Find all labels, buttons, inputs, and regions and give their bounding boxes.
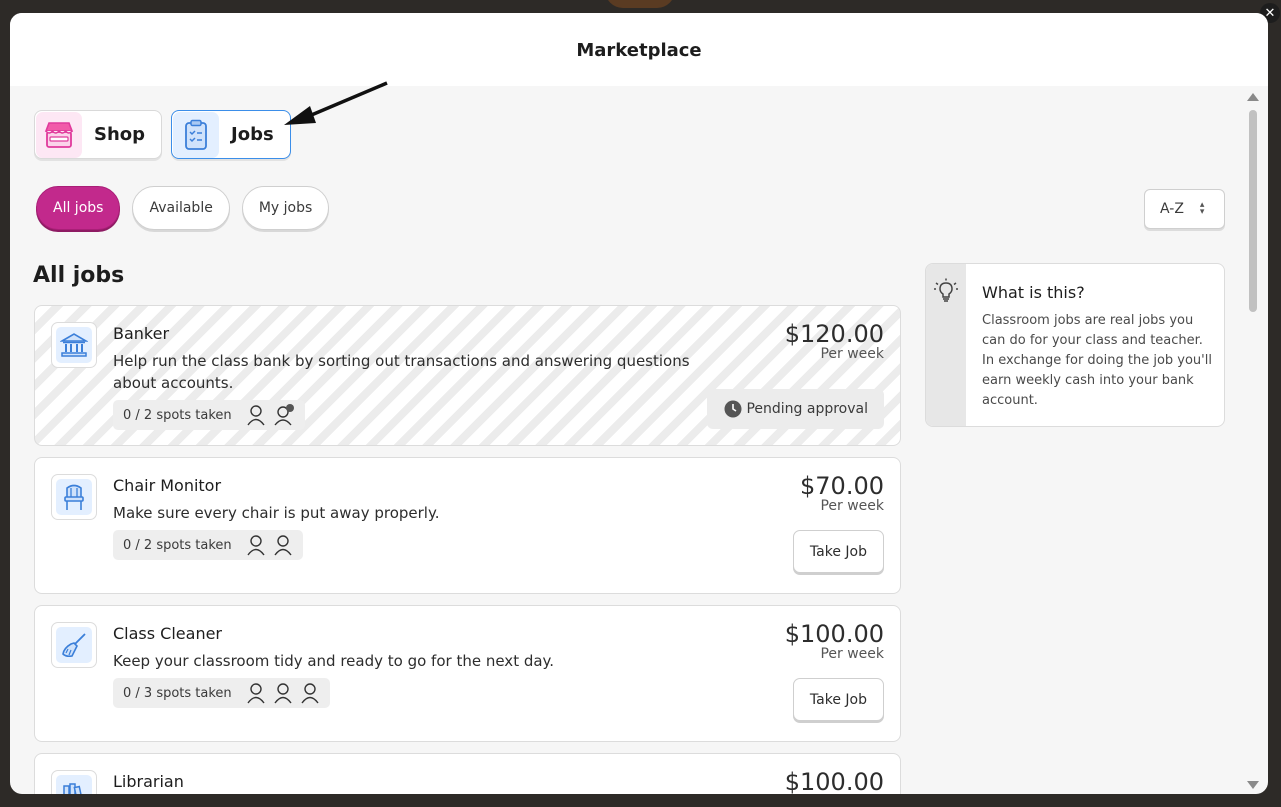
job-price: $100.00 Per week	[785, 620, 884, 662]
clock-icon	[724, 400, 742, 418]
job-list: Banker Help run the class bank by sortin…	[34, 305, 901, 794]
lightbulb-icon	[934, 278, 958, 302]
broom-icon	[56, 627, 92, 663]
job-title: Librarian	[113, 772, 184, 791]
spots-indicator: 0 / 2 spots taken	[113, 400, 305, 430]
job-card-librarian: Librarian $100.00	[34, 753, 901, 794]
job-description: Help run the class bank by sorting out t…	[113, 352, 690, 392]
pending-label: Pending approval	[746, 401, 868, 417]
take-job-button[interactable]: Take Job	[792, 678, 884, 721]
scrollbar[interactable]	[1246, 90, 1260, 792]
scroll-up-icon[interactable]	[1247, 93, 1259, 101]
person-icon	[274, 683, 292, 704]
job-description: Make sure every chair is put away proper…	[113, 504, 440, 522]
tab-shop[interactable]: Shop	[34, 110, 163, 159]
clipboard-checklist-icon	[173, 111, 220, 158]
job-icon-container	[51, 622, 97, 668]
modal-header: Marketplace	[10, 13, 1268, 86]
spots-indicator: 0 / 2 spots taken	[113, 530, 303, 560]
tab-shop-label: Shop	[94, 124, 146, 145]
pending-approval-badge: Pending approval	[707, 389, 884, 429]
job-icon-container	[51, 770, 97, 794]
price-amount: $120.00	[784, 320, 884, 348]
person-icon	[247, 405, 265, 426]
price-period: Per week	[820, 498, 884, 514]
info-card: What is this? Classroom jobs are real jo…	[925, 263, 1225, 427]
job-filters: All jobs Available My jobs	[36, 186, 330, 230]
price-period: Per week	[820, 346, 884, 362]
job-card-class-cleaner: Class Cleaner Keep your classroom tidy a…	[34, 605, 901, 742]
job-description: Keep your classroom tidy and ready to go…	[113, 652, 555, 670]
bank-icon	[56, 327, 92, 363]
chair-icon	[56, 479, 92, 515]
job-icon-container	[51, 474, 97, 520]
person-icon	[274, 535, 292, 556]
backdrop-decoration	[605, 0, 675, 8]
spots-text: 0 / 2 spots taken	[123, 537, 232, 553]
person-icon	[247, 535, 265, 556]
job-title: Chair Monitor	[113, 476, 222, 495]
scroll-thumb[interactable]	[1249, 110, 1257, 312]
person-pending-icon	[274, 404, 294, 426]
job-price: $70.00 Per week	[800, 472, 884, 514]
scroll-down-icon[interactable]	[1247, 781, 1259, 789]
info-text: Classroom jobs are real jobs you can do …	[982, 313, 1212, 408]
spots-indicator: 0 / 3 spots taken	[113, 678, 330, 708]
job-title: Class Cleaner	[113, 624, 223, 643]
info-title: What is this?	[982, 283, 1085, 302]
section-title: All jobs	[33, 263, 125, 288]
arrow-annotation-icon	[284, 81, 388, 125]
person-icon	[301, 683, 319, 704]
books-icon	[56, 775, 92, 794]
job-card-banker: Banker Help run the class bank by sortin…	[34, 305, 901, 446]
take-job-button[interactable]: Take Job	[792, 530, 884, 573]
spots-text: 0 / 2 spots taken	[123, 407, 232, 423]
filter-available[interactable]: Available	[132, 186, 230, 230]
job-price: $100.00	[785, 768, 884, 794]
tab-jobs[interactable]: Jobs	[171, 110, 291, 159]
sort-value: A-Z	[1160, 201, 1184, 217]
modal-title: Marketplace	[576, 39, 702, 61]
info-strip	[926, 264, 966, 426]
chevron-updown-icon: ▴ ▾	[1199, 200, 1205, 217]
job-price: $120.00 Per week	[785, 320, 884, 362]
marketplace-modal: Marketplace Shop Jobs All jobs Available…	[10, 13, 1268, 794]
job-icon-container	[51, 322, 97, 368]
tab-jobs-label: Jobs	[231, 124, 274, 145]
job-card-chair-monitor: Chair Monitor Make sure every chair is p…	[34, 457, 901, 594]
price-period: Per week	[820, 646, 884, 662]
price-amount: $70.00	[800, 472, 884, 500]
filter-my-jobs[interactable]: My jobs	[241, 186, 330, 230]
job-title: Banker	[113, 324, 170, 343]
spots-text: 0 / 3 spots taken	[123, 685, 232, 701]
sort-select[interactable]: A-Z ▴ ▾	[1144, 189, 1225, 229]
price-amount: $100.00	[784, 620, 884, 648]
person-icon	[247, 683, 265, 704]
price-amount: $100.00	[784, 768, 884, 794]
marketplace-tabs: Shop Jobs	[34, 110, 291, 159]
storefront-icon	[36, 111, 82, 158]
filter-all-jobs[interactable]: All jobs	[36, 186, 121, 230]
